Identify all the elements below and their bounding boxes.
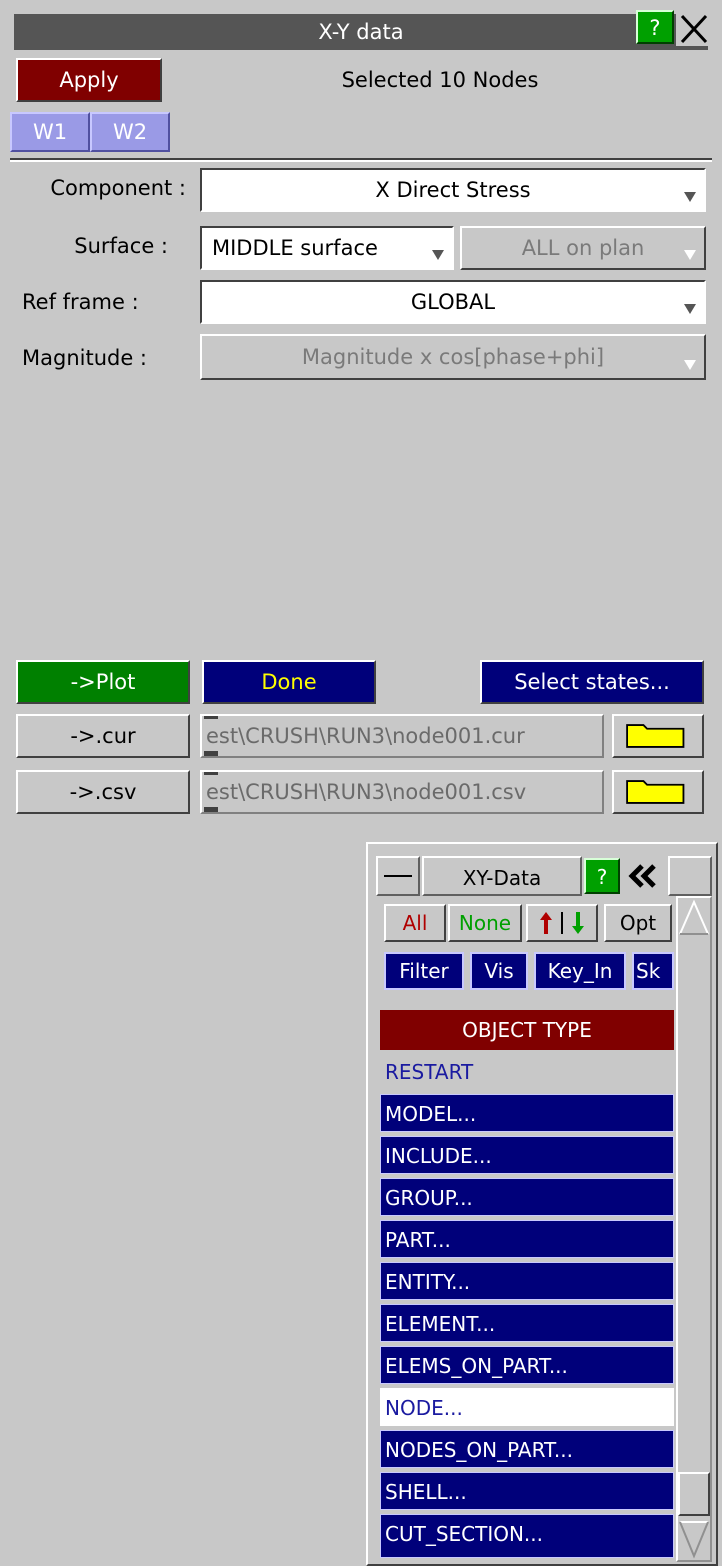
dropdown-arrow-icon — [684, 192, 696, 202]
surface-value: MIDDLE surface — [212, 236, 378, 260]
help-button[interactable]: ? — [636, 10, 674, 44]
folder-icon — [626, 724, 685, 748]
ref-frame-dropdown[interactable]: GLOBAL — [200, 280, 706, 324]
select-none-button[interactable]: None — [448, 904, 522, 942]
tab-w1[interactable]: W1 — [10, 112, 90, 152]
cur-path-input[interactable]: est\CRUSH\RUN3\node001.cur — [200, 714, 604, 758]
list-scrollbar[interactable] — [676, 896, 712, 1562]
apply-button[interactable]: Apply — [16, 58, 162, 102]
select-all-button[interactable]: All — [384, 904, 446, 942]
csv-browse-button[interactable] — [612, 770, 704, 814]
question-icon: ? — [596, 865, 608, 889]
divider — [10, 158, 712, 162]
dropdown-arrow-icon — [684, 250, 696, 260]
component-label: Component : — [50, 176, 186, 200]
maximize-button[interactable] — [668, 856, 712, 896]
surface-plan-value: ALL on plan — [521, 236, 645, 260]
xy-help-button[interactable]: ? — [584, 858, 620, 894]
selection-status: Selected 10 Nodes — [341, 68, 539, 92]
filter-button[interactable]: Filter — [384, 952, 464, 990]
cur-browse-button[interactable] — [612, 714, 704, 758]
csv-path-input[interactable]: est\CRUSH\RUN3\node001.csv — [200, 770, 604, 814]
visible-button[interactable]: Vis — [470, 952, 528, 990]
list-item-shell[interactable]: SHELL... — [380, 1472, 674, 1510]
scroll-thumb[interactable] — [678, 1472, 710, 1516]
list-item-node[interactable]: NODE... — [380, 1388, 674, 1426]
ref-frame-value: GLOBAL — [410, 290, 496, 314]
minimize-icon — [384, 875, 412, 877]
text-cursor-marker — [204, 716, 218, 719]
export-csv-button[interactable]: ->.csv — [16, 770, 190, 814]
dropdown-arrow-icon — [684, 360, 696, 370]
double-chevron-left-icon — [628, 864, 656, 888]
folder-icon — [626, 780, 685, 804]
scroll-up-button[interactable] — [678, 898, 710, 938]
list-item-include[interactable]: INCLUDE... — [380, 1136, 674, 1174]
sort-arrows-icon — [540, 912, 584, 934]
list-item-elems-on-part[interactable]: ELEMS_ON_PART... — [380, 1346, 674, 1384]
tab-w2[interactable]: W2 — [90, 112, 170, 152]
key-in-button[interactable]: Key_In — [534, 952, 626, 990]
list-item-entity[interactable]: ENTITY... — [380, 1262, 674, 1300]
sketch-button[interactable]: Sk — [632, 952, 674, 990]
surface-plan-dropdown[interactable]: ALL on plan — [460, 226, 706, 270]
scroll-down-button[interactable] — [678, 1518, 710, 1560]
csv-path-value: est\CRUSH\RUN3\node001.csv — [206, 780, 527, 804]
scroll-down-icon — [679, 1521, 709, 1559]
options-button[interactable]: Opt — [604, 904, 672, 942]
text-cursor-marker — [204, 751, 218, 756]
done-button[interactable]: Done — [202, 660, 376, 704]
text-cursor-marker — [204, 807, 218, 812]
close-icon — [680, 14, 708, 44]
magnitude-value: Magnitude x cos[phase+phi] — [301, 345, 605, 369]
list-item-element[interactable]: ELEMENT... — [380, 1304, 674, 1342]
question-icon: ? — [649, 16, 661, 40]
surface-label: Surface : — [74, 234, 168, 258]
plot-button[interactable]: ->Plot — [16, 660, 190, 704]
magnitude-label: Magnitude : — [22, 346, 148, 370]
scroll-up-icon — [679, 899, 709, 935]
text-cursor-marker — [204, 772, 218, 775]
dropdown-arrow-icon — [684, 304, 696, 314]
dropdown-arrow-icon — [432, 250, 444, 260]
component-value: X Direct Stress — [375, 178, 531, 202]
export-cur-button[interactable]: ->.cur — [16, 714, 190, 758]
select-states-button[interactable]: Select states... — [480, 660, 704, 704]
surface-dropdown[interactable]: MIDDLE surface — [200, 226, 454, 270]
collapse-button[interactable] — [624, 858, 668, 894]
list-item-group[interactable]: GROUP... — [380, 1178, 674, 1216]
list-item-nodes-on-part[interactable]: NODES_ON_PART... — [380, 1430, 674, 1468]
list-item-model[interactable]: MODEL... — [380, 1094, 674, 1132]
list-item-restart[interactable]: RESTART — [380, 1052, 674, 1090]
window-title: X-Y data — [318, 20, 404, 44]
cur-path-value: est\CRUSH\RUN3\node001.cur — [206, 724, 525, 748]
close-button[interactable] — [676, 10, 710, 46]
component-dropdown[interactable]: X Direct Stress — [200, 168, 706, 212]
minimize-button[interactable] — [376, 856, 420, 896]
list-item-part[interactable]: PART... — [380, 1220, 674, 1258]
object-type-header: OBJECT TYPE — [380, 1010, 674, 1050]
list-item-cut-section[interactable]: CUT_SECTION... — [380, 1514, 674, 1558]
xy-panel-title: XY-Data — [422, 856, 582, 896]
sort-button[interactable] — [526, 904, 598, 942]
magnitude-dropdown[interactable]: Magnitude x cos[phase+phi] — [200, 334, 706, 380]
ref-frame-label: Ref frame : — [22, 290, 139, 314]
